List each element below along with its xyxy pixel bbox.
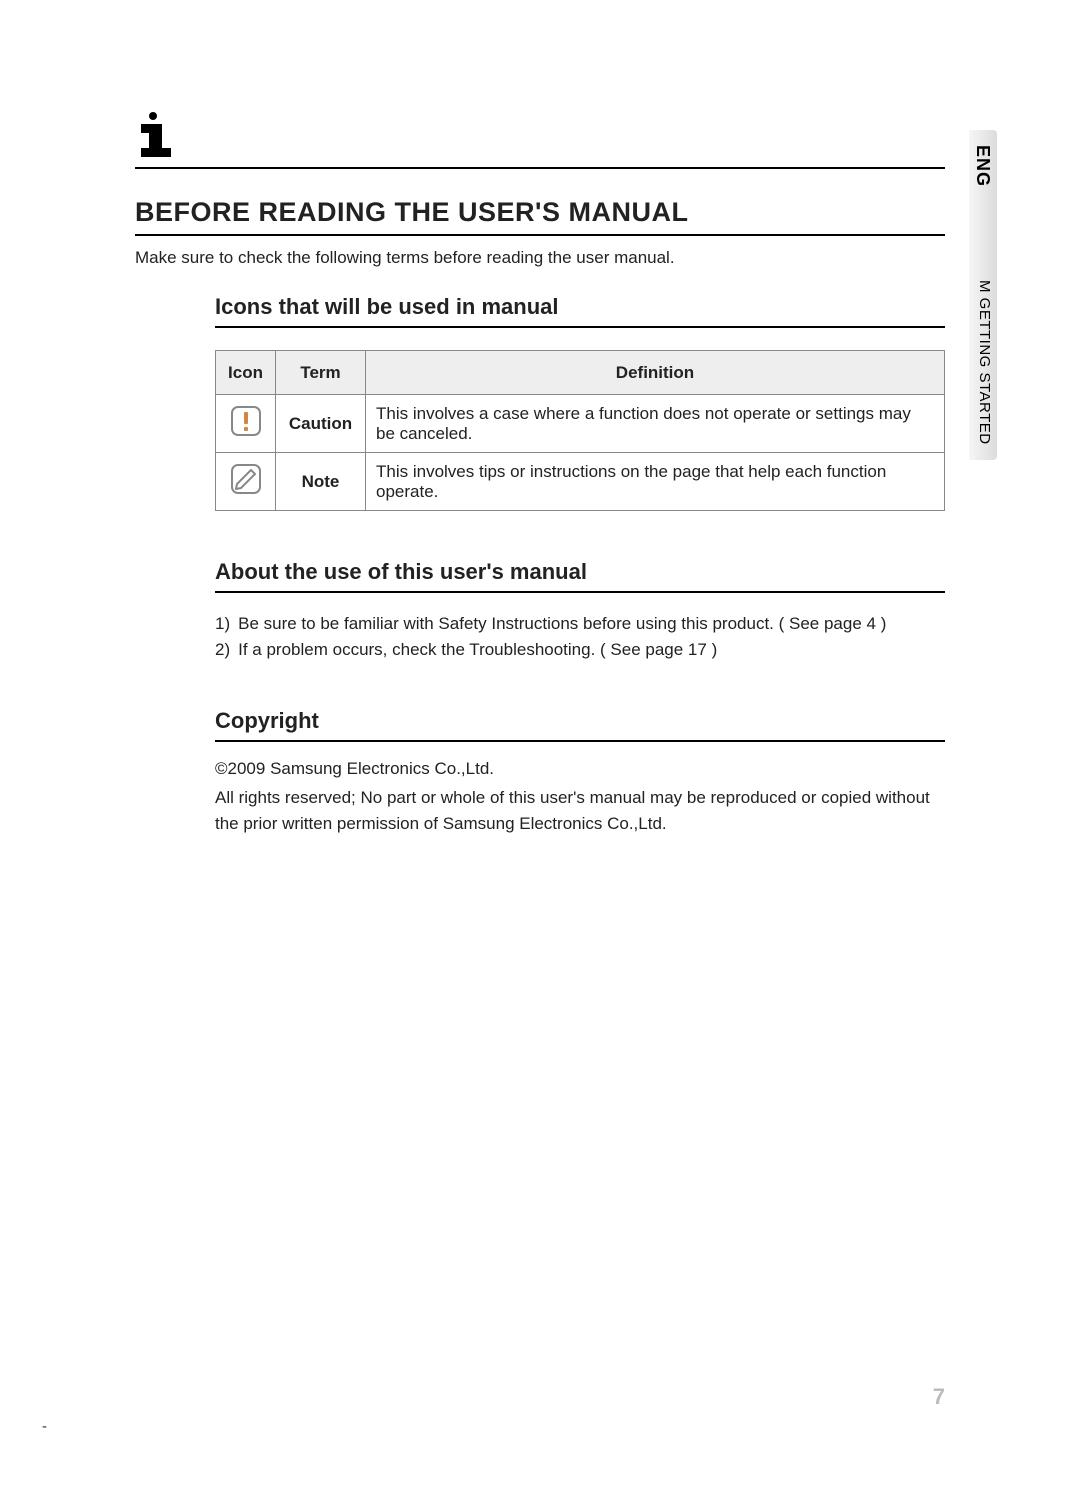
copyright-body: ©2009 Samsung Electronics Co.,Ltd. All r… [215,756,945,837]
item-number: 2) [215,637,230,663]
logo-underline [135,167,945,169]
caution-term: Caution [276,395,366,453]
about-list: 1) Be sure to be familiar with Safety In… [215,611,945,664]
copyright-line-2: All rights reserved; No part or whole of… [215,785,945,836]
page-number: 7 [933,1384,945,1410]
table-row: Note This involves tips or instructions … [216,453,945,511]
copyright-section-title: Copyright [215,708,945,742]
about-section-title: About the use of this user's manual [215,559,945,593]
icons-table: Icon Term Definition [215,350,945,511]
caution-icon [229,423,263,442]
footer-mark: - [42,1418,47,1435]
page-content: BEFORE READING THE USER'S MANUAL Make su… [0,0,1080,880]
page-title: BEFORE READING THE USER'S MANUAL [135,197,945,236]
item-number: 1) [215,611,230,637]
table-row: Caution This involves a case where a fun… [216,395,945,453]
note-icon-cell [216,453,276,511]
item-text: If a problem occurs, check the Troublesh… [238,637,717,663]
about-section: About the use of this user's manual 1) B… [215,559,945,664]
th-definition: Definition [366,351,945,395]
icons-section: Icons that will be used in manual Icon T… [215,294,945,511]
info-logo-icon [135,110,181,163]
note-icon [229,481,263,500]
list-item: 2) If a problem occurs, check the Troubl… [215,637,945,663]
intro-text: Make sure to check the following terms b… [135,248,945,268]
logo-area [135,110,945,163]
th-icon: Icon [216,351,276,395]
copyright-line-1: ©2009 Samsung Electronics Co.,Ltd. [215,756,945,782]
item-text: Be sure to be familiar with Safety Instr… [238,611,886,637]
th-term: Term [276,351,366,395]
list-item: 1) Be sure to be familiar with Safety In… [215,611,945,637]
caution-icon-cell [216,395,276,453]
icons-section-title: Icons that will be used in manual [215,294,945,328]
copyright-section: Copyright ©2009 Samsung Electronics Co.,… [215,708,945,837]
note-term: Note [276,453,366,511]
caution-definition: This involves a case where a function do… [366,395,945,453]
note-definition: This involves tips or instructions on th… [366,453,945,511]
